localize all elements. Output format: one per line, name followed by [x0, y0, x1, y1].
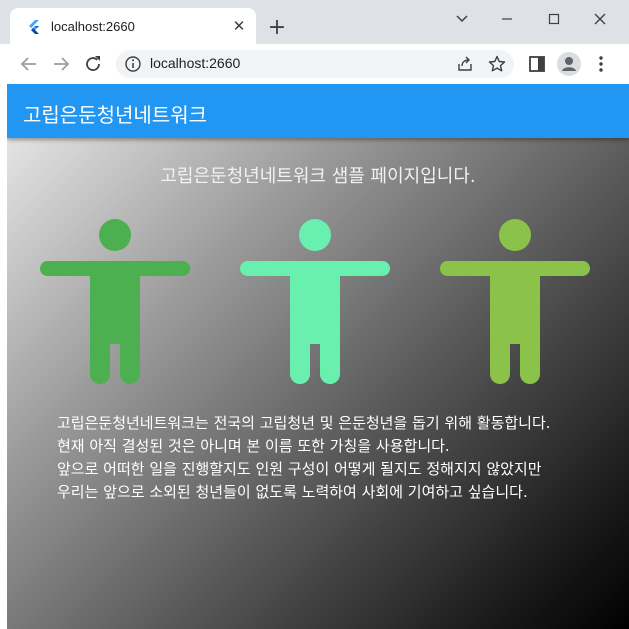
background-window-edge — [0, 84, 7, 629]
close-window-icon[interactable] — [589, 10, 611, 28]
flutter-icon — [29, 20, 39, 34]
main-content: 고립은둔청년네트워크 샘플 페이지입니다. 고립은둔청년네트워크는 전국의 고립… — [7, 138, 629, 629]
reload-icon[interactable] — [82, 53, 104, 75]
maximize-icon[interactable] — [543, 10, 565, 28]
back-icon[interactable] — [18, 53, 40, 75]
browser-tab[interactable]: localhost:2660 ✕ — [10, 8, 256, 44]
description: 고립은둔청년네트워크는 전국의 고립청년 및 은둔청년을 돕기 위해 활동합니다… — [57, 412, 617, 504]
minimize-icon[interactable] — [496, 10, 518, 28]
bookmark-star-icon[interactable] — [488, 55, 506, 73]
share-icon[interactable] — [456, 55, 474, 73]
forward-icon[interactable] — [50, 53, 72, 75]
app-window: 고립은둔청년네트워크 고립은둔청년네트워크 샘플 페이지입니다. 고립은둔청년네… — [7, 84, 629, 629]
description-line: 앞으로 어떠한 일을 진행할지도 인원 구성이 어떻게 될지도 정해지지 않았지… — [57, 460, 542, 478]
description-line: 우리는 앞으로 소외된 청년들이 없도록 노력하여 사회에 기여하고 싶습니다. — [57, 483, 528, 501]
tab-close-icon[interactable]: ✕ — [230, 17, 248, 35]
url-text[interactable]: localhost:2660 — [150, 55, 240, 71]
person-icon-2 — [240, 219, 390, 384]
menu-kebab-icon[interactable] — [591, 54, 611, 74]
site-info-icon[interactable] — [124, 55, 142, 73]
new-tab-button[interactable]: + — [266, 17, 288, 39]
description-line: 현재 아직 결성된 것은 아니며 본 이름 또한 가칭을 사용합니다. — [57, 437, 450, 455]
profile-avatar[interactable] — [557, 52, 581, 76]
tab-title: localhost:2660 — [51, 19, 135, 34]
side-panel-icon[interactable] — [527, 54, 547, 74]
app-title: 고립은둔청년네트워크 — [23, 103, 207, 127]
person-icon-3 — [440, 219, 590, 384]
page-headline: 고립은둔청년네트워크 샘플 페이지입니다. — [160, 166, 476, 187]
address-bar[interactable]: localhost:2660 — [116, 50, 514, 78]
description-line: 고립은둔청년네트워크는 전국의 고립청년 및 은둔청년을 돕기 위해 활동합니다… — [57, 414, 551, 432]
person-icon-1 — [40, 219, 190, 384]
tab-search-chevron-icon[interactable] — [451, 10, 473, 28]
tab-strip: localhost:2660 ✕ + — [0, 0, 629, 44]
app-bar: 고립은둔청년네트워크 — [7, 84, 629, 138]
profile-icon — [562, 57, 576, 71]
browser-toolbar: localhost:2660 — [0, 44, 629, 84]
